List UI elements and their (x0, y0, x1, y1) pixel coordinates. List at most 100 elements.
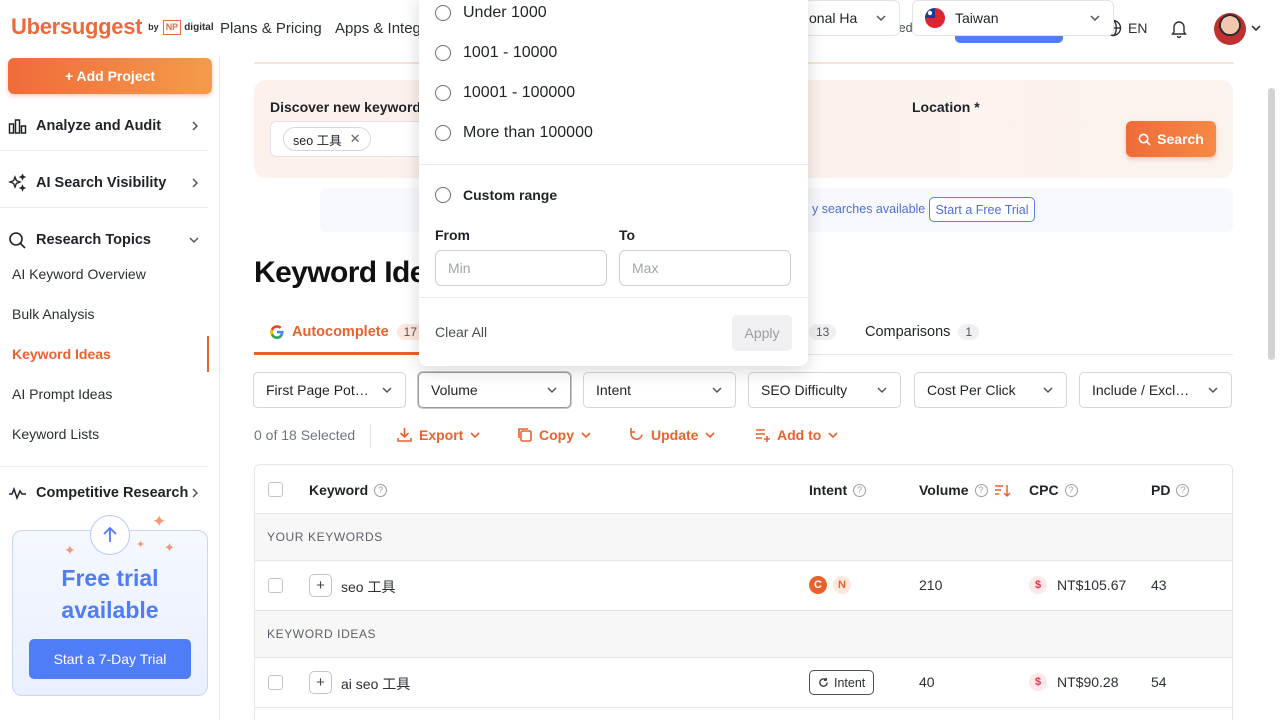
add-keyword-button[interactable]: + (309, 574, 332, 597)
sidebar-item-analyze-audit[interactable]: Analyze and Audit (8, 117, 208, 135)
keyword-cell[interactable]: seo 工具 (341, 577, 395, 597)
export-button[interactable]: Export (396, 426, 481, 443)
sidebar-item-ai-search-visibility[interactable]: AI Search Visibility (8, 174, 208, 192)
volume-max-input[interactable]: Max (619, 250, 791, 286)
keyword-cell[interactable]: ai seo 工具 (341, 674, 410, 694)
from-label: From (435, 227, 470, 243)
help-icon[interactable]: ? (853, 483, 867, 497)
nav-plans-pricing[interactable]: Plans & Pricing (220, 20, 322, 37)
column-header-volume[interactable]: Volume ? (919, 482, 1011, 498)
copy-button[interactable]: Copy (516, 426, 592, 443)
volume-min-input[interactable]: Min (435, 250, 607, 286)
row-divider (255, 707, 1232, 708)
clear-all-button[interactable]: Clear All (435, 324, 487, 340)
page-scrollbar[interactable] (1268, 88, 1275, 360)
cpc-value: NT$90.28 (1057, 674, 1119, 690)
sidebar-sub-ai-keyword-overview[interactable]: AI Keyword Overview (12, 266, 146, 282)
sidebar-item-label: AI Search Visibility (36, 175, 167, 191)
volume-option-custom-range[interactable]: Custom range (435, 187, 557, 203)
sidebar-sub-bulk-analysis[interactable]: Bulk Analysis (12, 306, 94, 322)
nav-apps-integrations[interactable]: Apps & Integr (335, 20, 426, 37)
refresh-icon (819, 677, 828, 687)
column-header-label: CPC (1029, 482, 1059, 498)
help-icon[interactable]: ? (1064, 483, 1078, 497)
option-label: More than 100000 (463, 124, 593, 141)
filter-label: Intent (596, 382, 632, 398)
column-header-label: PD (1151, 482, 1171, 498)
start-free-trial-link[interactable]: Start a Free Trial (929, 197, 1035, 222)
keyword-chip[interactable]: seo 工具 ✕ (283, 127, 371, 151)
user-avatar[interactable] (1214, 13, 1246, 45)
section-keyword-ideas: KEYWORD IDEAS (255, 610, 1232, 658)
tab-autocomplete[interactable]: Autocomplete 17 (270, 324, 425, 340)
sidebar-item-competitive-research[interactable]: Competitive Research (8, 484, 208, 502)
column-header-keyword[interactable]: Keyword ? (309, 482, 388, 498)
column-header-pd[interactable]: PD ? (1151, 482, 1190, 498)
brand-by: by (148, 22, 159, 32)
chevron-down-icon (470, 431, 480, 438)
free-trial-line1: Free trial (61, 565, 159, 591)
location-select[interactable]: Taiwan (912, 0, 1114, 36)
sidebar-item-label: Analyze and Audit (36, 118, 162, 134)
option-label: Under 1000 (463, 4, 547, 21)
close-icon[interactable]: ✕ (350, 131, 361, 147)
chevron-down-icon (189, 237, 199, 244)
chevron-down-icon (382, 387, 392, 394)
radio-button[interactable] (435, 45, 451, 61)
sidebar-sub-keyword-lists[interactable]: Keyword Lists (12, 426, 99, 442)
radio-button[interactable] (435, 187, 451, 203)
add-to-button[interactable]: Add to (754, 426, 839, 443)
tab-comparisons[interactable]: Comparisons 1 (865, 324, 980, 340)
search-button[interactable]: Search (1126, 121, 1216, 157)
column-header-cpc[interactable]: CPC ? (1029, 482, 1078, 498)
filter-cost-per-click[interactable]: Cost Per Click (914, 372, 1067, 408)
volume-option-1001-10000[interactable]: 1001 - 10000 (435, 44, 557, 62)
sidebar-item-research-topics[interactable]: Research Topics (8, 231, 208, 249)
active-indicator (207, 336, 209, 372)
help-icon[interactable]: ? (374, 483, 388, 497)
volume-option-under-1000[interactable]: Under 1000 (435, 4, 547, 22)
volume-cell: 40 (919, 674, 935, 690)
start-7-day-trial-button[interactable]: Start a 7-Day Trial (29, 639, 191, 679)
intent-lookup-button[interactable]: Intent (809, 670, 875, 695)
volume-option-10001-100000[interactable]: 10001 - 100000 (435, 84, 575, 102)
filter-label: First Page Pot… (266, 382, 369, 398)
sidebar-sub-keyword-ideas[interactable]: Keyword Ideas (12, 346, 111, 362)
filter-volume[interactable]: Volume (418, 372, 571, 408)
add-keyword-button[interactable]: + (309, 671, 332, 694)
update-button[interactable]: Update (628, 426, 716, 443)
row-checkbox[interactable] (268, 578, 283, 593)
radio-button[interactable] (435, 5, 451, 21)
filter-intent[interactable]: Intent (583, 372, 736, 408)
chevron-down-icon[interactable] (1250, 22, 1262, 34)
intent-commercial-badge: C (809, 576, 827, 594)
filter-include-exclude[interactable]: Include / Excl… (1079, 372, 1232, 408)
sparkle-icon: ✦ (152, 512, 167, 531)
copy-label: Copy (539, 426, 574, 443)
bell-icon[interactable] (1170, 19, 1188, 38)
radio-button[interactable] (435, 125, 451, 141)
apply-button[interactable]: Apply (732, 315, 792, 351)
intent-navigational-badge: N (833, 576, 851, 594)
divider (370, 424, 371, 448)
sidebar-sub-ai-prompt-ideas[interactable]: AI Prompt Ideas (12, 386, 112, 402)
add-to-label: Add to (777, 426, 822, 443)
dollar-icon: $ (1029, 673, 1047, 691)
chevron-down-icon (581, 431, 591, 438)
row-checkbox[interactable] (268, 675, 283, 690)
option-label: 1001 - 10000 (463, 44, 558, 61)
add-project-button[interactable]: + Add Project (8, 58, 212, 94)
volume-option-more-than-100000[interactable]: More than 100000 (435, 124, 593, 142)
help-icon[interactable]: ? (974, 483, 988, 497)
brand-logo[interactable]: Ubersuggest by NP digital (11, 14, 214, 40)
filter-first-page-potential[interactable]: First Page Pot… (253, 372, 406, 408)
radio-button[interactable] (435, 85, 451, 101)
select-all-checkbox[interactable] (268, 482, 283, 497)
help-icon[interactable]: ? (1176, 483, 1190, 497)
column-header-intent[interactable]: Intent ? (809, 482, 867, 498)
download-icon (397, 428, 412, 442)
sparkle-icon: ✦ (164, 540, 175, 555)
filter-seo-difficulty[interactable]: SEO Difficulty (748, 372, 901, 408)
to-label: To (619, 227, 636, 243)
sort-desc-icon[interactable] (994, 483, 1011, 498)
